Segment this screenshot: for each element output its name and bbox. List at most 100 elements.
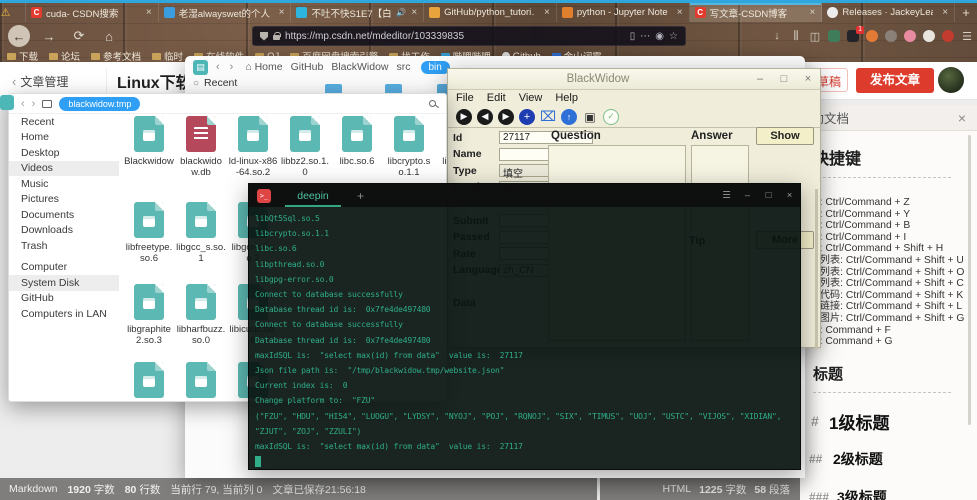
toolbar-button[interactable]: ▣ <box>582 109 598 125</box>
publish-button[interactable]: 发布文章 <box>856 68 934 93</box>
menu-item[interactable]: Edit <box>487 92 506 104</box>
user-avatar[interactable] <box>938 67 964 93</box>
file-item[interactable] <box>175 362 227 401</box>
terminal-close-icon[interactable]: × <box>779 190 800 201</box>
terminal-menu-icon[interactable]: ☰ <box>716 190 737 201</box>
toolbar-button[interactable]: ◀ <box>477 109 493 125</box>
tab-close-icon[interactable]: × <box>278 7 286 18</box>
fm-back-nav-back-icon[interactable]: ‹ <box>214 61 222 73</box>
new-tab-button[interactable]: + <box>955 3 977 22</box>
tab-close-icon[interactable]: × <box>145 7 153 18</box>
toolbar-extension-icon[interactable] <box>866 30 878 42</box>
terminal-new-tab-icon[interactable]: + <box>357 189 716 203</box>
terminal-titlebar[interactable]: >_ deepin + ☰ – □ × <box>249 184 800 207</box>
tab-close-icon[interactable]: × <box>410 7 418 18</box>
tab-close-icon[interactable]: × <box>676 7 684 18</box>
help-panel-close-icon[interactable]: × <box>958 110 977 126</box>
breadcrumb-item[interactable]: BlackWidow <box>327 61 392 73</box>
sidebar-item[interactable]: Home <box>9 130 119 146</box>
terminal-output[interactable]: libQt5Sql.so.5libcrypto.so.1.1libc.so.6l… <box>249 207 800 473</box>
toolbar-extension-icon[interactable] <box>923 30 935 42</box>
file-item[interactable]: blackwidow.db <box>175 116 227 178</box>
file-item[interactable]: libcrypto.so.1.1 <box>383 116 435 178</box>
page-actions-icon[interactable]: ⋯ <box>640 31 650 42</box>
menu-item[interactable]: Help <box>555 92 578 104</box>
reload-button[interactable]: ⟳ <box>68 25 90 47</box>
search-icon[interactable] <box>429 100 436 107</box>
toolbar-extension-icon[interactable] <box>942 30 954 42</box>
file-item[interactable]: libgraphite2.so.3 <box>123 284 175 346</box>
toolbar-button[interactable]: + <box>519 109 535 125</box>
sidebar-item[interactable]: Computer <box>9 260 119 276</box>
show-button[interactable]: Show <box>756 127 814 145</box>
toolbar-button[interactable]: ▶ <box>498 109 514 125</box>
file-item[interactable]: libgcc_s.so.1 <box>175 202 227 264</box>
toolbar-extension-icon[interactable]: 1 <box>847 30 859 42</box>
toolbar-button[interactable]: ⌧ <box>540 109 556 125</box>
breadcrumb-item[interactable]: ⌂ Home <box>241 61 286 73</box>
bookmark-item[interactable]: 参考文档 <box>91 49 141 63</box>
toolbar-extension-icon[interactable]: ↓ <box>771 30 783 42</box>
sidebar-item[interactable]: GitHub <box>9 291 119 307</box>
bookmark-item[interactable]: 临时 <box>152 49 183 63</box>
file-item[interactable]: libbz2.so.1.0 <box>279 116 331 178</box>
breadcrumb-active[interactable]: bin <box>421 61 450 74</box>
sidebar-item[interactable]: System Disk <box>9 275 119 291</box>
terminal-minimize-icon[interactable]: – <box>737 190 758 201</box>
terminal-tab[interactable]: deepin <box>281 184 345 207</box>
file-item[interactable] <box>123 362 175 401</box>
sidebar-item[interactable]: Desktop <box>9 145 119 161</box>
tab-close-icon[interactable]: × <box>808 7 816 18</box>
browser-tab[interactable]: 不吐不快S1E7【白… 🔊 × <box>291 3 424 22</box>
fm-nav-back-icon[interactable]: ‹ <box>21 98 25 110</box>
tab-close-icon[interactable]: × <box>543 7 551 18</box>
menu-item[interactable]: View <box>519 92 543 104</box>
terminal-maximize-icon[interactable]: □ <box>758 190 779 201</box>
toolbar-extension-icon[interactable]: ☰ <box>961 30 973 42</box>
fm-nav-forward-icon[interactable]: › <box>32 98 36 110</box>
file-item[interactable]: ld-linux-x86-64.so.2 <box>227 116 279 178</box>
tab-audio-icon[interactable]: 🔊 <box>396 8 406 17</box>
sidebar-item[interactable]: Downloads <box>9 223 119 239</box>
blackwidow-titlebar[interactable]: BlackWidow – □ × <box>448 69 820 90</box>
sidebar-item[interactable]: Recent <box>9 114 119 130</box>
toolbar-extension-icon[interactable]: ◫ <box>809 30 821 42</box>
browser-tab[interactable]: GitHub/python_tutori… × <box>424 3 557 22</box>
menu-item[interactable]: File <box>456 92 474 104</box>
bookmark-star-icon[interactable]: ☆ <box>669 31 678 42</box>
sidebar-item[interactable]: Videos <box>9 161 119 177</box>
breadcrumb-item[interactable]: GitHub <box>287 61 328 73</box>
sidebar-item[interactable]: Documents <box>9 207 119 223</box>
file-item[interactable]: Blackwidow <box>123 116 175 178</box>
bookmark-item[interactable]: 论坛 <box>49 49 80 63</box>
tab-close-icon[interactable]: × <box>941 7 949 18</box>
toolbar-button[interactable]: ↑ <box>561 109 577 125</box>
file-item[interactable]: libfreetype.so.6 <box>123 202 175 264</box>
toolbar-extension-icon[interactable]: ⫼ <box>790 30 802 42</box>
blackwidow-scrollbar[interactable] <box>815 189 818 349</box>
panel-scrollbar[interactable] <box>968 135 971 425</box>
reader-mode-icon[interactable]: ▯ <box>630 31 636 42</box>
file-item[interactable]: libdl.so.2 <box>435 116 446 178</box>
toolbar-extension-icon[interactable] <box>904 30 916 42</box>
url-bar[interactable]: https://mp.csdn.net/mdeditor/103339835 ▯… <box>252 26 686 46</box>
toolbar-button[interactable]: ✓ <box>603 109 619 125</box>
article-manage-link[interactable]: ‹ 文章管理 <box>12 73 68 90</box>
toolbar-extension-icon[interactable] <box>828 30 840 42</box>
browser-tab[interactable]: python - Jupyter Noteb… × <box>557 3 690 22</box>
toolbar-button[interactable]: ▶ <box>456 109 472 125</box>
sidebar-item[interactable]: Trash <box>9 238 119 254</box>
bookmark-item[interactable]: 下载 <box>7 49 38 63</box>
browser-tab[interactable]: ⚠ <box>0 3 26 22</box>
sidebar-item[interactable]: Computers in LAN <box>9 306 119 322</box>
pocket-icon[interactable]: ◉ <box>655 31 664 42</box>
maximize-icon[interactable]: □ <box>772 73 796 85</box>
path-breadcrumb-pill[interactable]: blackwidow.tmp <box>59 97 140 111</box>
back-button[interactable]: ← <box>8 25 30 47</box>
file-item[interactable]: libharfbuzz.so.0 <box>175 284 227 346</box>
fm-back-recent-item[interactable]: ○ Recent <box>193 77 237 89</box>
toolbar-extension-icon[interactable] <box>885 30 897 42</box>
url-text[interactable]: https://mp.csdn.net/mdeditor/103339835 <box>285 31 625 42</box>
sidebar-item[interactable]: Pictures <box>9 192 119 208</box>
browser-tab[interactable]: Releases · JackeyLea… × <box>822 3 955 22</box>
